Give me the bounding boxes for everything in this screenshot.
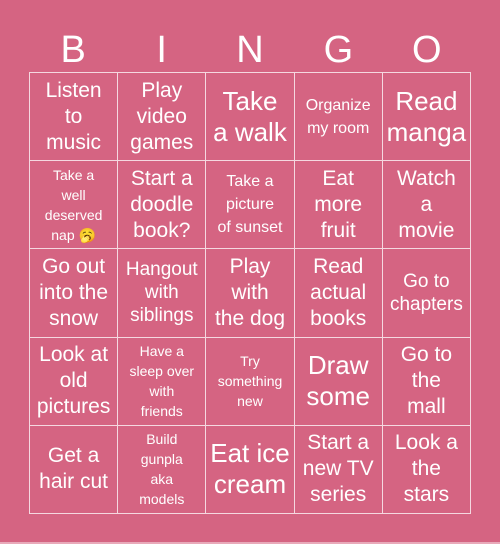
cell-text: Look at old pictures	[36, 343, 111, 419]
cell-text: Have a sleep over with friends	[129, 343, 195, 420]
bingo-header: B I N G O	[29, 28, 471, 72]
bingo-cell[interactable]: Read actual books	[294, 249, 383, 338]
cell-text: Play video games	[130, 78, 194, 154]
header-letter-b: B	[60, 29, 86, 71]
cell-text: Eat ice cream	[210, 438, 290, 500]
cell-text: Start a new TV series	[302, 431, 374, 507]
cell-text: Start a doodle book?	[130, 166, 194, 242]
bingo-cell[interactable]: Hangout with siblings	[118, 249, 207, 338]
bingo-cell[interactable]: Play with the dog	[206, 249, 295, 338]
cell-text: Build gunpla aka models	[139, 431, 185, 508]
cell-text: Take a picture of sunset	[217, 173, 283, 237]
bingo-cell[interactable]: Eat more fruit	[294, 161, 383, 250]
header-letter-i: I	[156, 29, 167, 71]
bingo-cell[interactable]: Build gunpla aka models	[118, 425, 207, 514]
bingo-cell[interactable]: Start a new TV series	[294, 425, 383, 514]
bingo-cell[interactable]: Take a picture of sunset	[206, 161, 295, 250]
cell-text: Draw some	[306, 350, 370, 412]
cell-text: Organize my room	[305, 96, 371, 137]
bingo-cell[interactable]: Go out into the snow	[30, 249, 119, 338]
cell-text: Take a well deserved nap 🥱	[44, 166, 103, 243]
bingo-cell[interactable]: Go to chapters	[382, 249, 471, 338]
bingo-cell[interactable]: Have a sleep over with friends	[118, 337, 207, 426]
cell-text: Read actual books	[310, 254, 367, 330]
cell-text: Go to chapters	[389, 270, 463, 315]
cell-text: Hangout with siblings	[125, 259, 198, 327]
bingo-cell[interactable]: Play video games	[118, 73, 207, 162]
bingo-cell[interactable]: Listen to music	[30, 73, 119, 162]
bingo-cell[interactable]: Take a well deserved nap 🥱	[30, 161, 119, 250]
cell-text: Watch a movie	[397, 166, 456, 242]
bingo-cell[interactable]: Look at old pictures	[30, 337, 119, 426]
header-letter-g: G	[323, 29, 354, 71]
bingo-cell[interactable]: Take a walk	[206, 73, 295, 162]
header-letter-n: N	[236, 29, 264, 71]
header-letter-o: O	[412, 29, 442, 71]
cell-text: Try something new	[217, 353, 283, 410]
bingo-cell[interactable]: Eat ice cream	[206, 425, 295, 514]
bingo-cell[interactable]: Go to the mall	[382, 337, 471, 426]
cell-text: Listen to music	[45, 78, 102, 154]
bingo-cell[interactable]: Read manga	[382, 73, 471, 162]
cell-text: Eat more fruit	[314, 166, 363, 242]
cell-text: Look a the stars	[394, 431, 458, 507]
bingo-cell[interactable]: Watch a movie	[382, 161, 471, 250]
bingo-cell[interactable]: Draw some	[294, 337, 383, 426]
cell-text: Get a hair cut	[39, 444, 109, 494]
bingo-cell[interactable]: Look a the stars	[382, 425, 471, 514]
bingo-cell[interactable]: Organize my room	[294, 73, 383, 162]
cell-text: Go out into the snow	[39, 254, 109, 330]
cell-text: Take a walk	[213, 85, 287, 147]
cell-text: Go to the mall	[400, 343, 453, 419]
cell-text: Play with the dog	[214, 254, 286, 330]
cell-text: Read manga	[386, 85, 467, 147]
bingo-cell[interactable]: Start a doodle book?	[118, 161, 207, 250]
bingo-cell[interactable]: Try something new	[206, 337, 295, 426]
bingo-grid: Listen to music Play video games Take a …	[29, 72, 471, 514]
bingo-cell[interactable]: Get a hair cut	[30, 425, 119, 514]
